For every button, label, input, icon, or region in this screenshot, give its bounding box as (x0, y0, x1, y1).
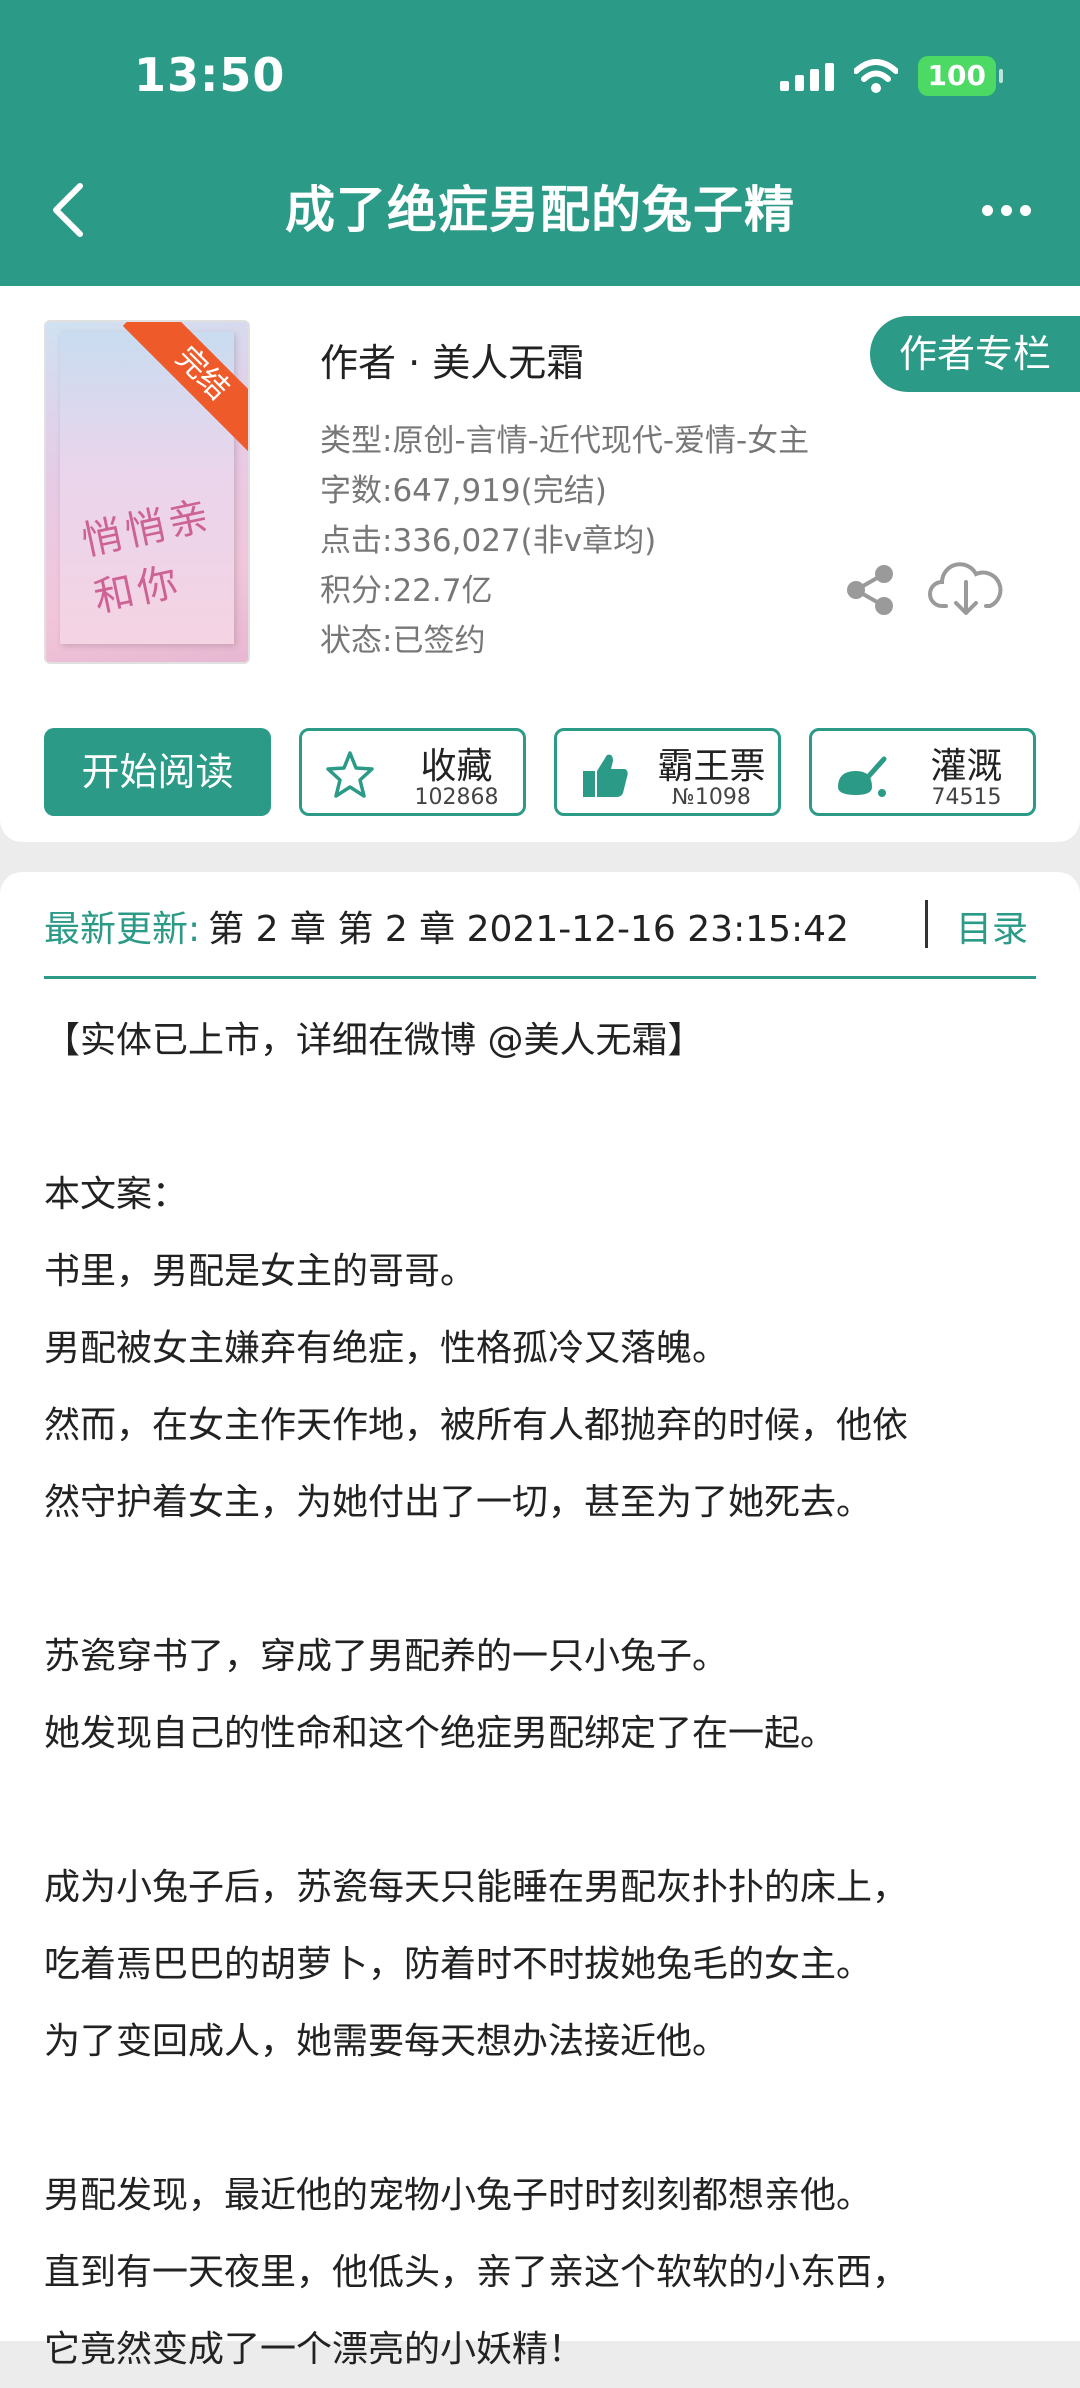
water-count: 74515 (931, 785, 1002, 810)
vote-button[interactable]: 霸王票 №1098 (553, 728, 781, 816)
intro-line: 男配发现，最近他的宠物小兔子时时刻刻都想亲他。 (44, 2175, 873, 2216)
intro-line (44, 1079, 1036, 1156)
water-label: 灌溉 (930, 746, 1003, 787)
intro-line: 它竟然变成了一个漂亮的小妖精！ (44, 2329, 585, 2370)
water-button[interactable]: 灌溉 74515 (808, 728, 1036, 816)
meta-word-count: 字数:647,919(完结) (320, 473, 607, 509)
table-of-contents-link[interactable]: 目录 (956, 900, 1028, 952)
meta-clicks: 点击:336,027(非v章均) (320, 523, 657, 559)
battery-indicator: 100 (917, 56, 1004, 96)
book-info-card: 悄悄亲和你 完结 作者 · 美人无霜 作者专栏 类型:原创-言情-近代现代-爱情… (0, 286, 1080, 842)
intro-line: 男配被女主嫌弃有绝症，性格孤冷又落魄。 (44, 1328, 729, 1369)
cloud-download-icon[interactable] (928, 556, 1004, 620)
latest-update-label: 最新更新: (44, 909, 201, 950)
intro-line: 吃着焉巴巴的胡萝卜，防着时不时拔她兔毛的女主。 (44, 1944, 873, 1985)
author-column-button[interactable]: 作者专栏 (870, 316, 1080, 392)
status-time: 13:50 (134, 48, 286, 102)
vote-label: 霸王票 (657, 746, 766, 787)
more-options-button[interactable] (982, 190, 1042, 230)
meta-status: 状态:已签约 (320, 623, 486, 659)
favorite-label: 收藏 (420, 746, 493, 787)
book-cover[interactable]: 悄悄亲和你 完结 (44, 320, 250, 664)
latest-update-value: 第 2 章 第 2 章 2021-12-16 23:15:42 (208, 909, 849, 950)
dot-icon (1020, 204, 1031, 216)
wifi-icon (853, 59, 898, 93)
start-reading-button[interactable]: 开始阅读 (44, 728, 271, 816)
signal-icon (779, 61, 834, 91)
intro-line: 然守护着女主，为她付出了一切，甚至为了她死去。 (44, 1482, 873, 1523)
meta-score: 积分:22.7亿 (320, 573, 493, 609)
meta-genre: 类型:原创-言情-近代现代-爱情-女主 (320, 423, 810, 459)
intro-line (44, 1541, 1036, 1618)
favorite-button[interactable]: 收藏 102868 (298, 728, 526, 816)
dot-icon (1001, 204, 1012, 216)
intro-line (44, 1772, 1036, 1849)
vote-count: №1098 (672, 785, 751, 810)
intro-line: 本文案： (44, 1174, 189, 1215)
intro-line: 为了变回成人，她需要每天想办法接近他。 (44, 2021, 729, 2062)
status-icons: 100 (779, 56, 1004, 96)
intro-line (44, 2080, 1036, 2157)
intro-line: 书里，男配是女主的哥哥。 (44, 1251, 477, 1292)
intro-line: 【实体已上市，详细在微博 @美人无霜】 (44, 1020, 704, 1061)
latest-update[interactable]: 最新更新: 第 2 章 第 2 章 2021-12-16 23:15:42 (44, 900, 849, 952)
book-meta: 类型:原创-言情-近代现代-爱情-女主 字数:647,919(完结) 点击:33… (320, 416, 809, 666)
intro-line: 然而，在女主作天作地，被所有人都抛弃的时候，他依 (44, 1405, 909, 1446)
divider (44, 976, 1036, 979)
intro-line: 她发现自己的性命和这个绝症男配绑定了在一起。 (44, 1713, 837, 1754)
divider (925, 900, 928, 948)
app-header: 13:50 100 成了绝症男配的兔子精 (0, 0, 1080, 286)
book-content-card: 最新更新: 第 2 章 第 2 章 2021-12-16 23:15:42 目录 … (0, 872, 1080, 2370)
intro-line: 直到有一天夜里，他低头，亲了亲这个软软的小东西， (44, 2252, 909, 2293)
star-icon (326, 751, 374, 798)
favorite-count: 102868 (414, 785, 499, 810)
author-name[interactable]: 作者 · 美人无霜 (320, 332, 584, 387)
intro-line: 苏瓷穿书了，穿成了男配养的一只小兔子。 (44, 1636, 729, 1677)
share-icon[interactable] (842, 562, 898, 618)
book-intro: 【实体已上市，详细在微博 @美人无霜】 本文案： 书里，男配是女主的哥哥。 男配… (44, 1002, 1036, 2388)
page-title: 成了绝症男配的兔子精 (285, 181, 795, 239)
watering-can-icon (837, 756, 887, 797)
action-buttons: 开始阅读 收藏 102868 霸王票 №1098 灌溉 74515 (44, 728, 1036, 818)
dot-icon (982, 204, 993, 216)
intro-line: 成为小兔子后，苏瓷每天只能睡在男配灰扑扑的床上， (44, 1867, 909, 1908)
thumbs-up-icon (582, 754, 628, 797)
